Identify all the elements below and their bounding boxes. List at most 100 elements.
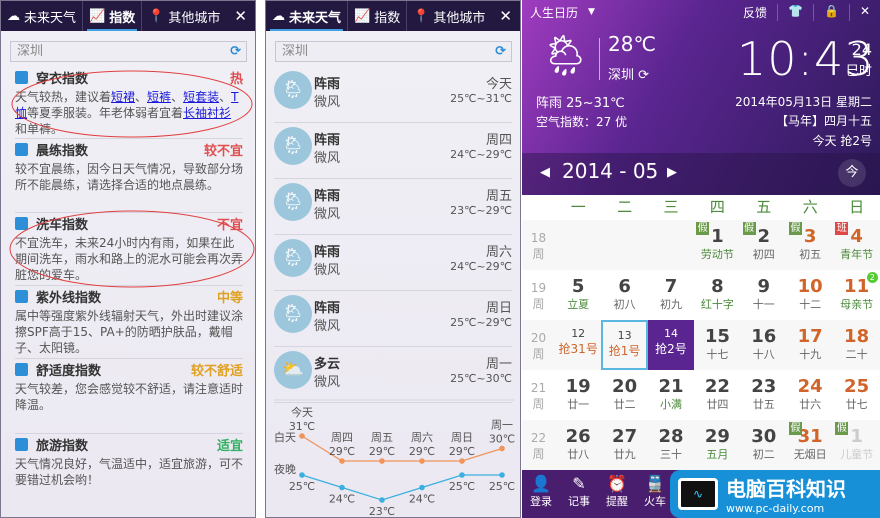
calendar-day[interactable]: 28 三十	[648, 420, 694, 470]
calendar-day[interactable]: 31 无烟日假	[787, 420, 833, 470]
forecast-row[interactable]: 🌦 阵雨 微风 周四 24℃~29℃	[274, 123, 512, 179]
day-subtitle: 初九	[659, 298, 682, 311]
day-number: 26	[565, 426, 591, 447]
day: 今天	[485, 77, 512, 92]
calendar-day[interactable]: 26 廿八	[555, 420, 601, 470]
calendar-day[interactable]: 24 廿六	[787, 370, 833, 420]
forecast-row[interactable]: ⛅ 多云 微风 周一 25℃~30℃	[274, 347, 512, 403]
week-number-value: 22	[530, 431, 547, 445]
lock-icon[interactable]: 🔒	[812, 3, 849, 21]
feedback-button[interactable]: 反馈	[733, 4, 777, 21]
air-quality: 空气指数：27 优	[536, 115, 628, 129]
day-number: 10	[797, 276, 823, 297]
forecast-row[interactable]: 🌦 阵雨 微风 周日 25℃~29℃	[274, 291, 512, 347]
week-number: 21 周	[522, 370, 555, 420]
calendar-day[interactable]: 6 初八	[601, 270, 647, 320]
close-icon[interactable]: ✕	[499, 7, 512, 25]
day-number: 28	[658, 426, 684, 447]
calendar-day[interactable]: 1 儿童节假	[833, 420, 879, 470]
day: 周一	[485, 357, 512, 372]
calendar-day[interactable]: 21 小满	[648, 370, 694, 420]
calendar-day[interactable]: 14 抢2号	[647, 320, 695, 370]
day-subtitle: 初二	[752, 448, 775, 461]
calendar-day[interactable]: 9 十一	[741, 270, 787, 320]
prev-month-icon[interactable]: ◀	[540, 165, 550, 180]
day-subtitle: 廿七	[845, 398, 868, 411]
calendar-day[interactable]: 12 抢31号	[555, 320, 601, 370]
calendar-day[interactable]: 2 初四假	[741, 220, 787, 270]
rain-icon: 🌦	[274, 127, 312, 165]
today-button[interactable]: 今	[838, 159, 866, 187]
category-label: 周四	[331, 431, 353, 444]
forecast-row[interactable]: 🌦 阵雨 微风 周六 24℃~29℃	[274, 235, 512, 291]
calendar-day[interactable]: 1 劳动节假	[694, 220, 740, 270]
day-subtitle: 初八	[613, 298, 636, 311]
calendar-day[interactable]: 5 立夏	[555, 270, 601, 320]
toolbar-note[interactable]: ✎ 记事	[560, 470, 598, 518]
data-point	[459, 458, 465, 464]
data-point	[419, 458, 425, 464]
calendar-day[interactable]: 4 青年节班	[833, 220, 879, 270]
refresh-icon[interactable]: ⟳	[638, 68, 649, 83]
data-label: 29℃	[329, 445, 355, 458]
calendar-day[interactable]: 25 廿七	[833, 370, 879, 420]
calendar-day[interactable]: 18 二十	[833, 320, 879, 370]
index-description: 属中等强度紫外线辐射天气，外出时建议涂擦SPF高于15、PA+的防晒护肤品，戴帽…	[15, 309, 244, 355]
close-icon[interactable]: ✕	[848, 3, 880, 21]
forecast-row[interactable]: 🌦 阵雨 微风 今天 25℃~31℃	[274, 67, 512, 123]
calendar-day[interactable]: 27 廿九	[601, 420, 647, 470]
day-number: 21	[658, 376, 684, 397]
calendar-day[interactable]: 17 十九	[787, 320, 833, 370]
calendar-day[interactable]: 3 初五假	[787, 220, 833, 270]
temp-range: 25℃~29℃	[450, 316, 512, 329]
calendar-day[interactable]: 10 十二	[787, 270, 833, 320]
calendar-day[interactable]: 8 红十字	[694, 270, 740, 320]
rain-icon: 🌦	[274, 239, 312, 277]
day-subtitle: 母亲节	[840, 298, 874, 311]
day-number: 23	[751, 376, 777, 397]
next-month-icon[interactable]: ▶	[667, 165, 677, 180]
day-subtitle: 二十	[845, 348, 868, 361]
day-subtitle: 初四	[752, 248, 775, 261]
data-label: 29℃	[369, 445, 395, 458]
weather: 阵雨	[314, 133, 341, 148]
year-month[interactable]: 2014 - 05	[562, 159, 658, 183]
menu-dropdown-icon[interactable]: ▼	[588, 7, 595, 17]
index-item: 旅游指数 适宜 天气情况良好，气温适中，适宜旅游，可不要错过机会哟！	[15, 434, 243, 514]
tab-index[interactable]: 📈 指数	[348, 1, 408, 31]
refresh-icon[interactable]: ⟳	[495, 42, 506, 61]
index-description: 天气较差，您会感觉较不舒适，请注意适时降温。	[15, 382, 244, 412]
calendar-day[interactable]: 16 十八	[741, 320, 787, 370]
shichen: 巳时	[845, 64, 872, 79]
calendar-day[interactable]: 23 廿五	[741, 370, 787, 420]
toolbar-alarm[interactable]: ⏰ 提醒	[598, 470, 636, 518]
calendar-day[interactable]: 29 五月	[694, 420, 740, 470]
calendar-day[interactable]: 19 廿一	[555, 370, 601, 420]
tab-other-cities[interactable]: 📍 其他城市	[407, 1, 491, 31]
skin-shirt-icon[interactable]: 👕	[777, 3, 813, 21]
calendar-day[interactable]: 7 初九	[648, 270, 694, 320]
toolbar-train[interactable]: 🚆 火车	[636, 470, 674, 518]
city-search-input[interactable]: 深圳 ⟳	[275, 41, 512, 62]
series-label: 夜晚	[274, 462, 296, 476]
day-subtitle: 抢1号	[608, 344, 641, 358]
data-point	[299, 472, 305, 478]
rain-cloud-sun-icon: 🌦	[540, 33, 591, 79]
forecast-row[interactable]: 🌦 阵雨 微风 周五 23℃~29℃	[274, 179, 512, 235]
week-suffix: 周	[532, 447, 545, 461]
day-number: 8	[711, 276, 724, 297]
calendar-day[interactable]: 11 母亲节 2	[833, 270, 879, 320]
calendar-day[interactable]: 22 廿四	[694, 370, 740, 420]
calendar-day[interactable]: 30 初二	[741, 420, 787, 470]
calendar-day[interactable]: 20 廿二	[601, 370, 647, 420]
data-label: 25℃	[449, 480, 475, 493]
calendar-day[interactable]: 13 抢1号	[601, 320, 648, 370]
toolbar-label: 登录	[530, 495, 552, 508]
day-number: 13	[617, 329, 632, 342]
tab-future-weather[interactable]: ☁ 未来天气	[266, 1, 349, 31]
toolbar-user[interactable]: 👤 登录	[522, 470, 560, 518]
train-icon: 🚆	[645, 474, 665, 493]
holiday-badge: 假	[835, 422, 849, 435]
event-count-badge[interactable]: 2	[866, 272, 878, 283]
calendar-day[interactable]: 15 十七	[694, 320, 740, 370]
